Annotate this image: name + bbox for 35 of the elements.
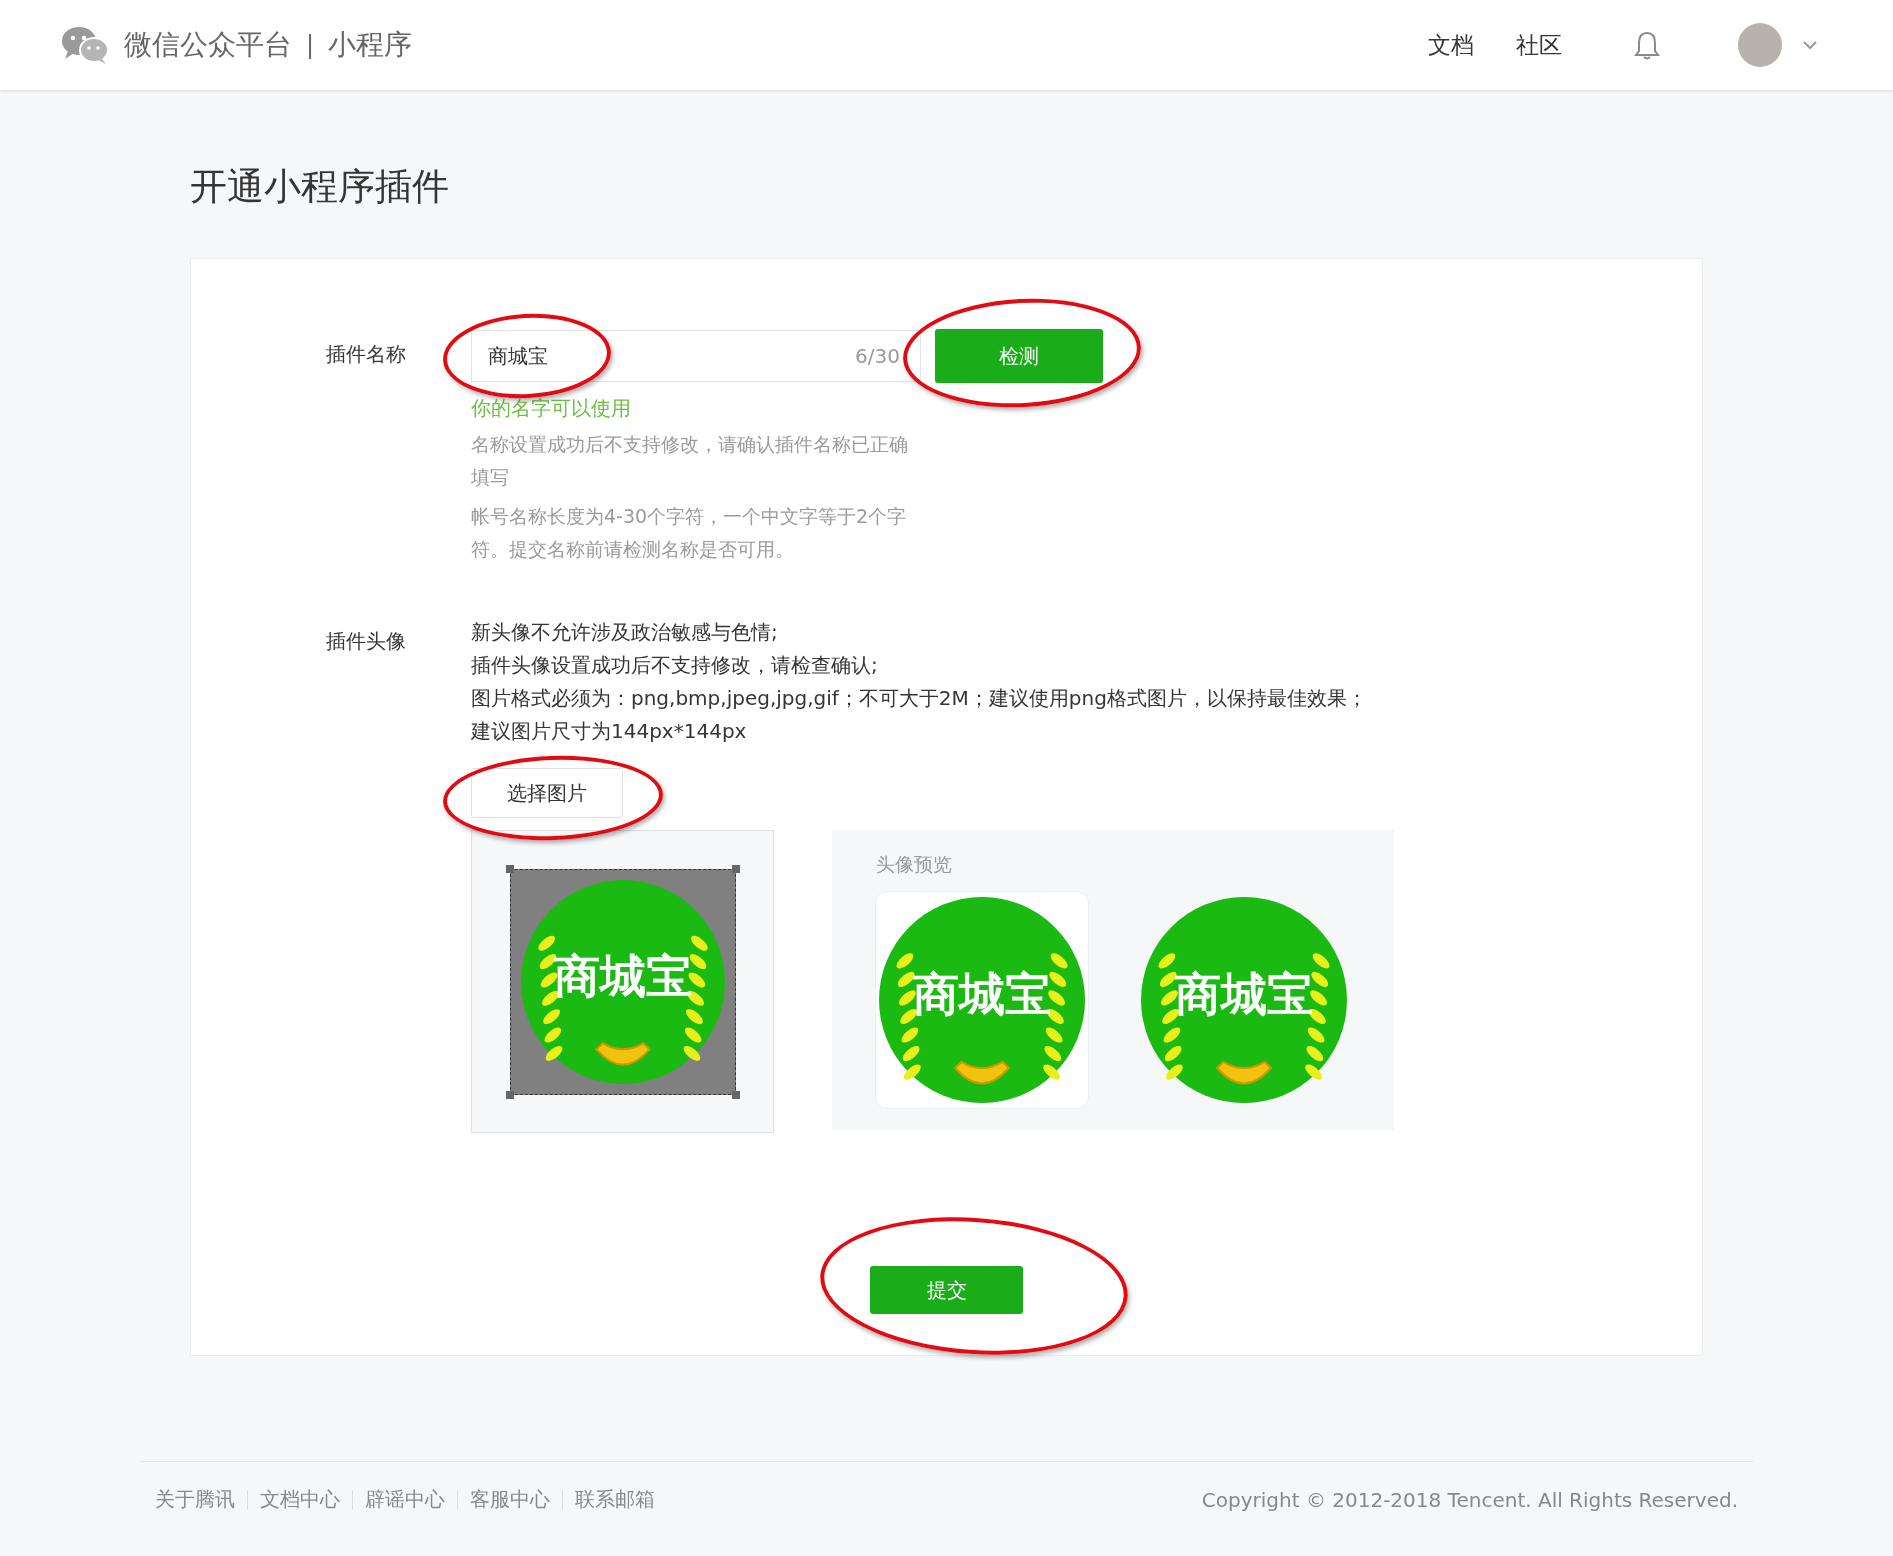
logo-image: 商城宝 [520, 879, 725, 1084]
name-input-field[interactable]: 商城宝 6/30 [471, 330, 921, 382]
resize-handle[interactable] [731, 1090, 740, 1099]
footer-link[interactable]: 文档中心 [260, 1486, 340, 1513]
platform-name: 微信公众平台 [124, 27, 292, 63]
rule-text: 插件头像设置成功后不支持修改，请检查确认; [471, 652, 879, 679]
chevron-down-icon[interactable] [1802, 40, 1818, 50]
resize-handle[interactable] [505, 1090, 514, 1099]
resize-handle[interactable] [505, 864, 514, 873]
logo-image: 商城宝 [1141, 897, 1347, 1103]
resize-handle[interactable] [731, 864, 740, 873]
rule-text: 新头像不允许涉及政治敏感与色情; [471, 619, 779, 646]
footer-link[interactable]: 联系邮箱 [575, 1486, 655, 1513]
footer-link[interactable]: 客服中心 [470, 1486, 550, 1513]
field-label: 插件名称 [326, 341, 407, 368]
footer-link[interactable]: 辟谣中心 [365, 1486, 445, 1513]
product-name: 小程序 [328, 27, 413, 63]
title-separator: | [306, 31, 315, 59]
submit-button[interactable]: 提交 [870, 1266, 1023, 1314]
choose-image-button[interactable]: 选择图片 [471, 768, 623, 818]
logo-image: 商城宝 [879, 897, 1085, 1103]
notification-bell-icon[interactable] [1634, 30, 1660, 60]
name-status-text: 你的名字可以使用 [471, 395, 632, 422]
copyright-text: Copyright © 2012-2018 Tencent. All Rights Reserved. [1201, 1487, 1738, 1512]
footer-link[interactable]: 关于腾讯 [155, 1486, 235, 1513]
preview-title: 头像预览 [876, 852, 953, 877]
chat-bubbles-icon [60, 25, 110, 65]
nav-link[interactable]: 社区 [1516, 29, 1562, 61]
field-label: 插件头像 [326, 628, 407, 655]
check-button[interactable]: 检测 [935, 329, 1103, 383]
hint-text: 名称设置成功后不支持修改，请确认插件名称已正确填写 [471, 432, 909, 490]
page-title: 开通小程序插件 [190, 164, 450, 210]
nav-link[interactable]: 文档 [1428, 29, 1474, 61]
hint-text: 帐号名称长度为4-30个字符，一个中文字等于2个字符。提交名称前请检测名称是否可用。 [471, 504, 908, 562]
rule-text: 图片格式必须为：png,bmp,jpeg,jpg,gif；不可大于2M；建议使用png格式图片，以保持最佳效果；建议图片尺寸为144px*144px [471, 685, 1368, 745]
